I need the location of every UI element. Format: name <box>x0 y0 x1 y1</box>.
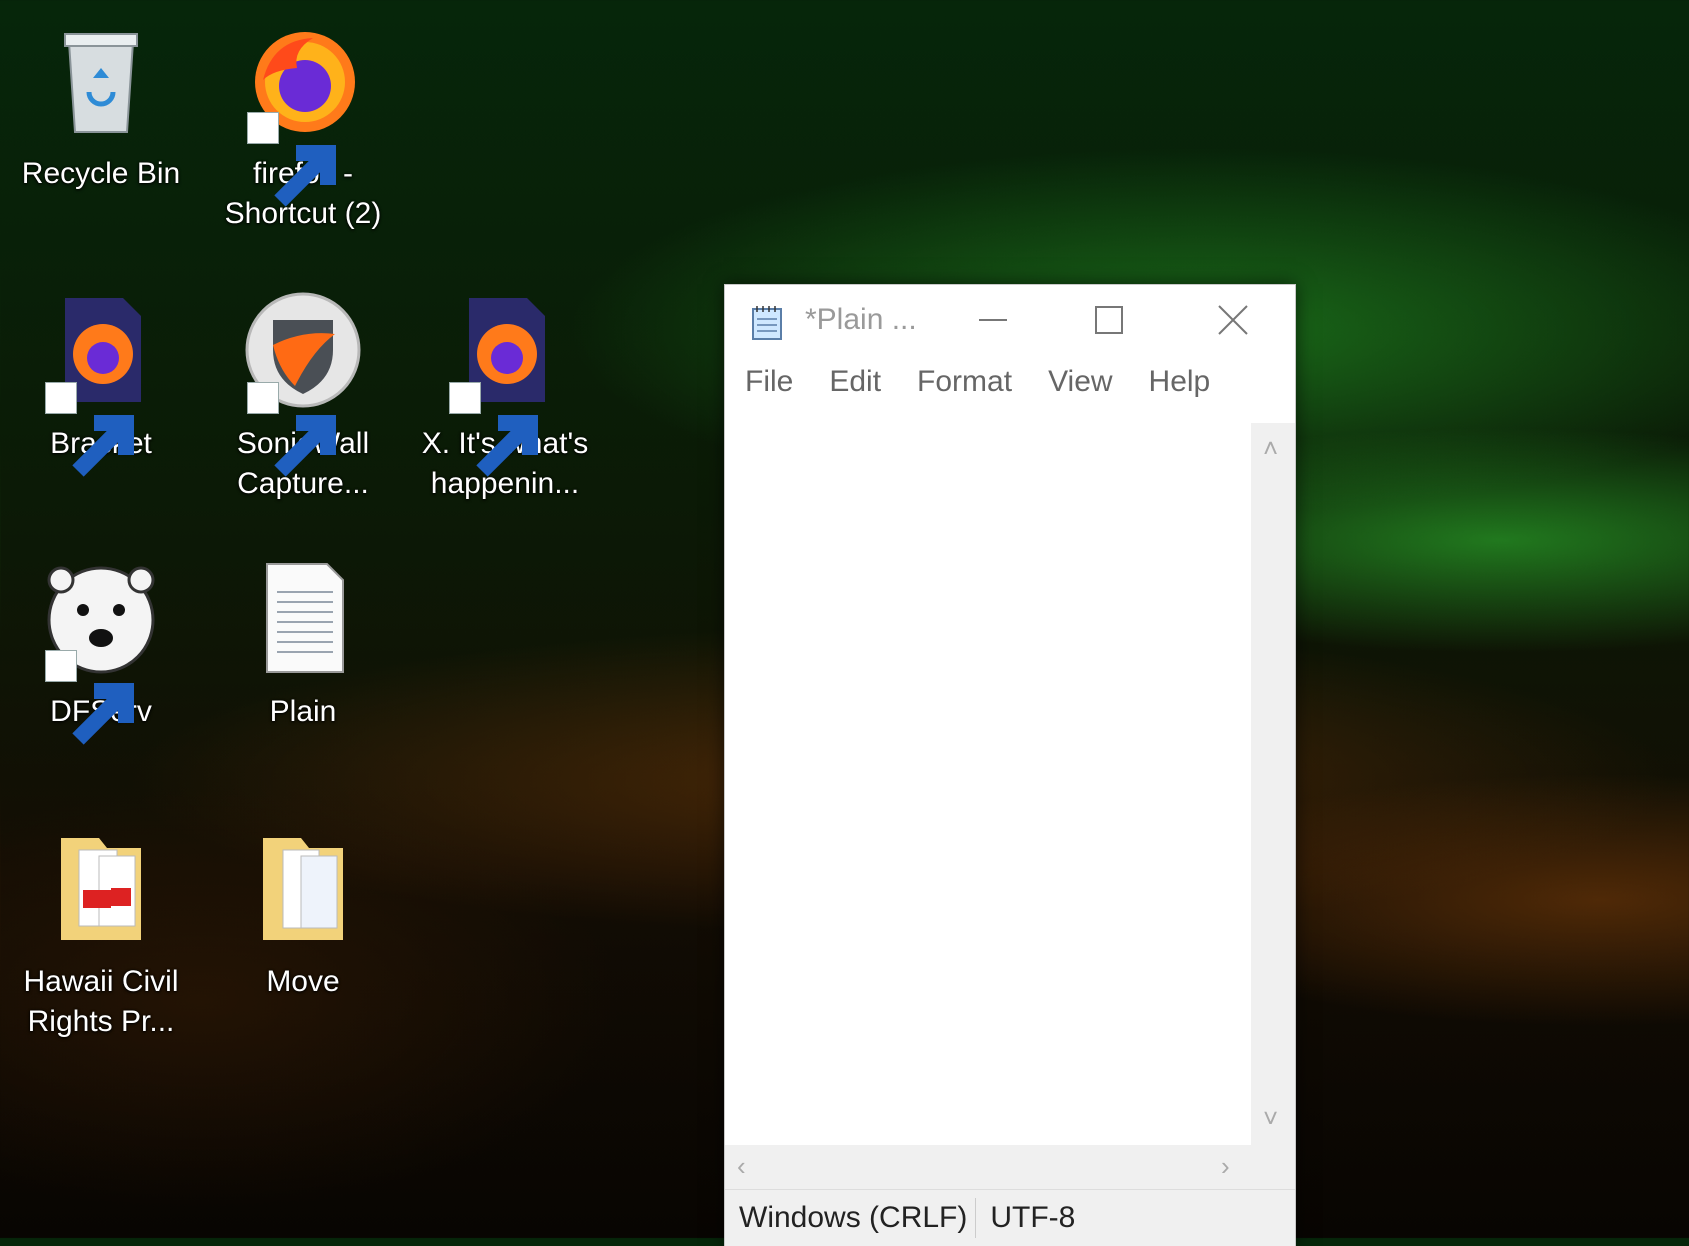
menu-view[interactable]: View <box>1048 365 1112 399</box>
shortcut-arrow-icon <box>247 112 336 207</box>
maximize-icon <box>1095 306 1123 334</box>
desktop-icon-plain[interactable]: Plain <box>208 558 398 732</box>
desktop-icon-hawaii[interactable]: Hawaii Civil Rights Pr... <box>6 828 196 1042</box>
menu-edit[interactable]: Edit <box>829 365 881 399</box>
menu-format[interactable]: Format <box>917 365 1012 399</box>
notepad-icon <box>752 306 782 340</box>
shortcut-arrow-icon <box>45 382 134 477</box>
window-title: *Plain ... <box>805 303 917 336</box>
firefox-file-icon <box>41 290 161 477</box>
desktop-icon-label: Move <box>266 965 340 998</box>
horizontal-scrollbar[interactable]: ‹ › <box>725 1145 1251 1189</box>
scroll-right-icon[interactable]: › <box>1221 1153 1230 1179</box>
notepad-window[interactable]: *Plain ... File Edit Format View Help ˄ … <box>724 284 1296 1246</box>
desktop-icon-label: Hawaii Civil Rights Pr... <box>23 965 179 1038</box>
desktop-icon-sonicwall[interactable]: SonicWall Capture... <box>208 290 398 504</box>
desktop-icon-move[interactable]: Move <box>208 828 398 1002</box>
maximize-button[interactable] <box>1059 295 1159 345</box>
minimize-icon <box>979 319 1007 321</box>
encoding-status: UTF-8 <box>990 1201 1076 1234</box>
close-button[interactable] <box>1183 295 1283 345</box>
title-bar[interactable]: *Plain ... <box>725 285 1295 355</box>
shortcut-arrow-icon <box>247 382 336 477</box>
pdf-folder-icon <box>41 828 161 948</box>
shortcut-arrow-icon <box>45 650 134 745</box>
minimize-button[interactable] <box>943 295 1043 345</box>
firefox-icon <box>243 20 363 207</box>
recycle-bin-icon <box>41 20 161 140</box>
menu-file[interactable]: File <box>745 365 793 399</box>
firefox-file-icon <box>445 290 565 477</box>
close-icon <box>1218 305 1248 335</box>
scrollbar-corner <box>1251 1145 1295 1189</box>
scroll-down-icon[interactable]: ˅ <box>1263 1105 1278 1131</box>
menu-bar: File Edit Format View Help <box>745 365 1210 399</box>
text-document-icon <box>243 558 363 678</box>
polar-bear-icon <box>41 558 161 745</box>
desktop-icon-dfserv[interactable]: DFServ <box>6 558 196 745</box>
desktop-icon-bracket[interactable]: Bracket <box>6 290 196 477</box>
scroll-left-icon[interactable]: ‹ <box>737 1153 746 1179</box>
menu-help[interactable]: Help <box>1149 365 1211 399</box>
desktop-icon-label: Plain <box>269 695 337 728</box>
vertical-scrollbar[interactable]: ˄ ˅ <box>1251 423 1295 1145</box>
text-editor[interactable] <box>725 423 1251 1145</box>
sonicwall-icon <box>243 290 363 477</box>
line-ending-status: Windows (CRLF) <box>739 1201 968 1234</box>
desktop-icon-label: Recycle Bin <box>21 157 181 190</box>
desktop-icon-x-happening[interactable]: X. It's what's happenin... <box>410 290 600 504</box>
scroll-up-icon[interactable]: ˄ <box>1263 435 1278 461</box>
desktop-icon-firefox[interactable]: firefox - Shortcut (2) <box>208 20 398 234</box>
shortcut-arrow-icon <box>449 382 538 477</box>
folder-icon <box>243 828 363 948</box>
desktop-icon-recycle-bin[interactable]: Recycle Bin <box>6 20 196 194</box>
status-bar: Windows (CRLF) UTF-8 <box>725 1189 1295 1246</box>
